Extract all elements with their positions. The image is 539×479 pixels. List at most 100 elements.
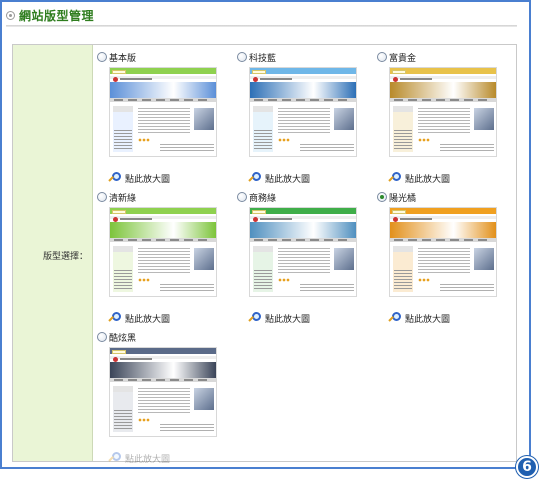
magnifier-icon	[388, 311, 403, 325]
template-preview-thumbnail[interactable]	[249, 67, 357, 157]
zoom-link[interactable]: 點此放大圖	[388, 311, 450, 325]
preview-photo	[334, 108, 354, 130]
magnifier-icon	[248, 171, 263, 185]
preview-dots	[138, 418, 150, 422]
template-radio[interactable]	[97, 332, 107, 342]
zoom-link[interactable]: 點此放大圖	[248, 311, 310, 325]
template-option-business-green: 商務綠點此放大圖	[237, 191, 367, 325]
zoom-link[interactable]: 點此放大圖	[108, 451, 170, 465]
preview-company-line	[260, 218, 292, 220]
preview-sidebar	[253, 246, 273, 292]
preview-photo	[194, 248, 214, 270]
preview-photo	[194, 388, 214, 410]
preview-footer-text	[300, 284, 354, 292]
preview-banner	[110, 82, 216, 98]
preview-nav	[110, 238, 216, 242]
preview-dots	[138, 278, 150, 282]
zoom-link-label[interactable]: 點此放大圖	[405, 312, 450, 325]
template-option-header: 陽光橘	[377, 191, 507, 204]
template-select-label: 版型選擇：	[42, 252, 88, 262]
preview-footer-text	[300, 144, 354, 152]
step-number-badge: 6	[516, 456, 538, 478]
zoom-link-label[interactable]: 點此放大圖	[265, 172, 310, 185]
template-option-tech-blue: 科技藍點此放大圖	[237, 51, 367, 185]
preview-company-line	[120, 358, 152, 360]
template-preview-thumbnail[interactable]	[389, 207, 497, 297]
template-option-wealth-gold: 富貴金點此放大圖	[377, 51, 507, 185]
preview-footer-text	[160, 144, 214, 152]
template-name[interactable]: 清新綠	[109, 191, 136, 204]
field-label-column: 版型選擇：	[13, 45, 93, 461]
template-name[interactable]: 陽光橘	[389, 191, 416, 204]
template-option-fresh-green: 清新綠點此放大圖	[97, 191, 227, 325]
zoom-link-label[interactable]: 點此放大圖	[125, 172, 170, 185]
preview-logo	[252, 210, 266, 214]
template-radio[interactable]	[97, 192, 107, 202]
zoom-link-label[interactable]: 點此放大圖	[405, 172, 450, 185]
template-name[interactable]: 基本版	[109, 51, 136, 64]
template-radio[interactable]	[97, 52, 107, 62]
preview-banner	[390, 82, 496, 98]
preview-sidebar	[113, 386, 133, 432]
template-option-header: 科技藍	[237, 51, 367, 64]
zoom-link[interactable]: 點此放大圖	[388, 171, 450, 185]
template-preview-thumbnail[interactable]	[109, 207, 217, 297]
template-option-basic: 基本版點此放大圖	[97, 51, 227, 185]
preview-photo	[474, 248, 494, 270]
preview-text-block	[138, 248, 190, 274]
preview-company-line	[120, 218, 152, 220]
template-option-header: 基本版	[97, 51, 227, 64]
preview-text-block	[138, 108, 190, 134]
preview-dots	[278, 138, 290, 142]
preview-logo	[252, 70, 266, 74]
template-name[interactable]: 商務綠	[249, 191, 276, 204]
template-preview-thumbnail[interactable]	[109, 67, 217, 157]
template-radio[interactable]	[237, 52, 247, 62]
preview-logo	[392, 210, 406, 214]
preview-nav	[250, 238, 356, 242]
template-preview-thumbnail[interactable]	[389, 67, 497, 157]
zoom-link[interactable]: 點此放大圖	[108, 311, 170, 325]
preview-sidebar	[113, 246, 133, 292]
preview-company-line	[260, 78, 292, 80]
zoom-link-label[interactable]: 點此放大圖	[125, 452, 170, 465]
preview-nav	[390, 98, 496, 102]
template-option-header: 富貴金	[377, 51, 507, 64]
preview-footer-text	[160, 284, 214, 292]
zoom-link-label[interactable]: 點此放大圖	[265, 312, 310, 325]
preview-text-block	[278, 108, 330, 134]
template-name[interactable]: 科技藍	[249, 51, 276, 64]
template-preview-thumbnail[interactable]	[249, 207, 357, 297]
template-preview-thumbnail[interactable]	[109, 347, 217, 437]
preview-dots	[278, 278, 290, 282]
preview-company-line	[120, 78, 152, 80]
page-header: 網站版型管理	[6, 6, 94, 24]
preview-logo	[112, 70, 126, 74]
preview-sidebar	[393, 106, 413, 152]
title-divider	[6, 25, 517, 27]
template-option-sunshine-orange: 陽光橘點此放大圖	[377, 191, 507, 325]
preview-sidebar	[113, 106, 133, 152]
preview-photo	[194, 108, 214, 130]
template-radio[interactable]	[237, 192, 247, 202]
preview-text-block	[418, 248, 470, 274]
zoom-link-label[interactable]: 點此放大圖	[125, 312, 170, 325]
preview-photo	[474, 108, 494, 130]
magnifier-icon	[108, 451, 123, 465]
template-radio[interactable]	[377, 192, 387, 202]
preview-nav	[250, 98, 356, 102]
magnifier-icon	[108, 311, 123, 325]
template-form: 版型選擇： 基本版 點此放大圖 科技藍 點此放大圖 富貴金 點此放大圖 清新綠 點此放大圖 商務…	[12, 44, 517, 465]
preview-dots	[418, 278, 430, 282]
zoom-link[interactable]: 點此放大圖	[108, 171, 170, 185]
magnifier-icon	[108, 171, 123, 185]
template-radio[interactable]	[377, 52, 387, 62]
preview-company-line	[400, 78, 432, 80]
preview-logo	[112, 350, 126, 354]
preview-banner	[250, 222, 356, 238]
preview-sidebar	[253, 106, 273, 152]
template-name[interactable]: 酷炫黑	[109, 331, 136, 344]
template-name[interactable]: 富貴金	[389, 51, 416, 64]
zoom-link[interactable]: 點此放大圖	[248, 171, 310, 185]
preview-banner	[250, 82, 356, 98]
